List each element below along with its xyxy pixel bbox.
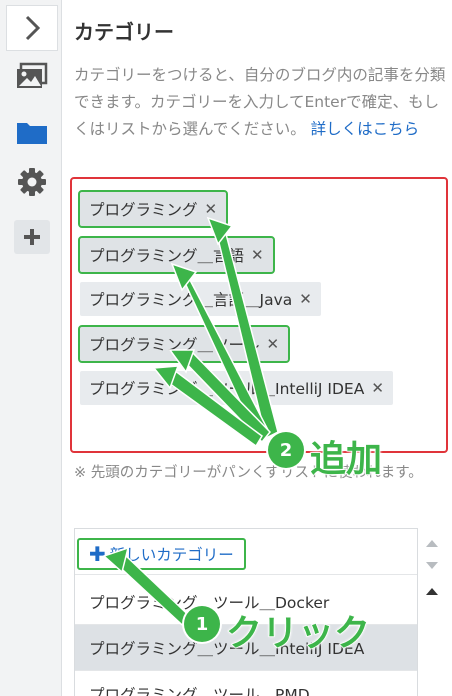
selected-tag: プログラミング＿言語 ✕: [78, 236, 275, 274]
selected-categories-box[interactable]: プログラミング ✕ プログラミング＿言語 ✕ プログラミング＿言語＿Java ✕…: [70, 177, 448, 453]
collapse-panel-button[interactable]: [6, 5, 58, 51]
step-1-label: クリック: [225, 612, 371, 655]
plus-icon: ✚: [89, 542, 106, 566]
category-tool-button[interactable]: [14, 114, 50, 150]
scroll-up-icon[interactable]: [426, 540, 438, 547]
remove-tag-icon[interactable]: ✕: [267, 335, 280, 353]
tag-label: プログラミング: [89, 201, 198, 219]
tag-label: プログラミング＿言語: [89, 247, 245, 265]
step-1-badge: 1: [184, 606, 220, 642]
tag-label: プログラミング＿ツール＿IntelliJ IDEA: [89, 380, 365, 398]
selected-tag: プログラミング＿ツール＿IntelliJ IDEA ✕: [80, 371, 393, 405]
tag-label: プログラミング＿ツール: [89, 336, 260, 354]
panel-description: カテゴリーをつけると、自分のブログ内の記事を分類できます。カテゴリーを入力してE…: [74, 62, 446, 143]
scroll-down-icon[interactable]: [426, 562, 438, 569]
remove-tag-icon[interactable]: ✕: [205, 200, 218, 218]
step-2-badge: 2: [268, 432, 304, 468]
scroll-up-icon[interactable]: [426, 588, 438, 595]
selected-tag: プログラミング＿ツール ✕: [77, 325, 291, 363]
gear-icon: [18, 168, 46, 196]
new-category-button[interactable]: ✚ 新しいカテゴリー: [77, 538, 246, 570]
list-scrollbar[interactable]: [418, 528, 446, 696]
tag-label: プログラミング＿言語＿Java: [89, 291, 293, 309]
folder-icon: [17, 123, 47, 144]
breadcrumb-note: ※ 先頭のカテゴリーがパンくずリストに使われます。: [74, 465, 423, 481]
image-tool-button[interactable]: [14, 58, 50, 94]
selected-tag: プログラミング＿言語＿Java ✕: [80, 282, 321, 316]
settings-tool-button[interactable]: [14, 164, 50, 200]
chevron-right-icon: [25, 15, 41, 41]
help-link[interactable]: 詳しくはこちら: [311, 120, 420, 138]
new-category-row: ✚ 新しいカテゴリー: [75, 529, 417, 575]
image-icon: [17, 62, 48, 88]
add-tool-button[interactable]: [14, 220, 50, 254]
remove-tag-icon[interactable]: ✕: [251, 246, 264, 264]
list-item[interactable]: プログラミング＿ツール＿PMD: [75, 671, 417, 696]
step-2-label: 追加: [309, 438, 383, 481]
editor-side-toolbar: [0, 0, 62, 696]
selected-tag: プログラミング ✕: [77, 190, 229, 228]
panel-title: カテゴリー: [74, 20, 174, 44]
new-category-label: 新しいカテゴリー: [109, 546, 234, 564]
plus-icon: [24, 229, 40, 245]
remove-tag-icon[interactable]: ✕: [299, 290, 312, 308]
remove-tag-icon[interactable]: ✕: [371, 379, 384, 397]
